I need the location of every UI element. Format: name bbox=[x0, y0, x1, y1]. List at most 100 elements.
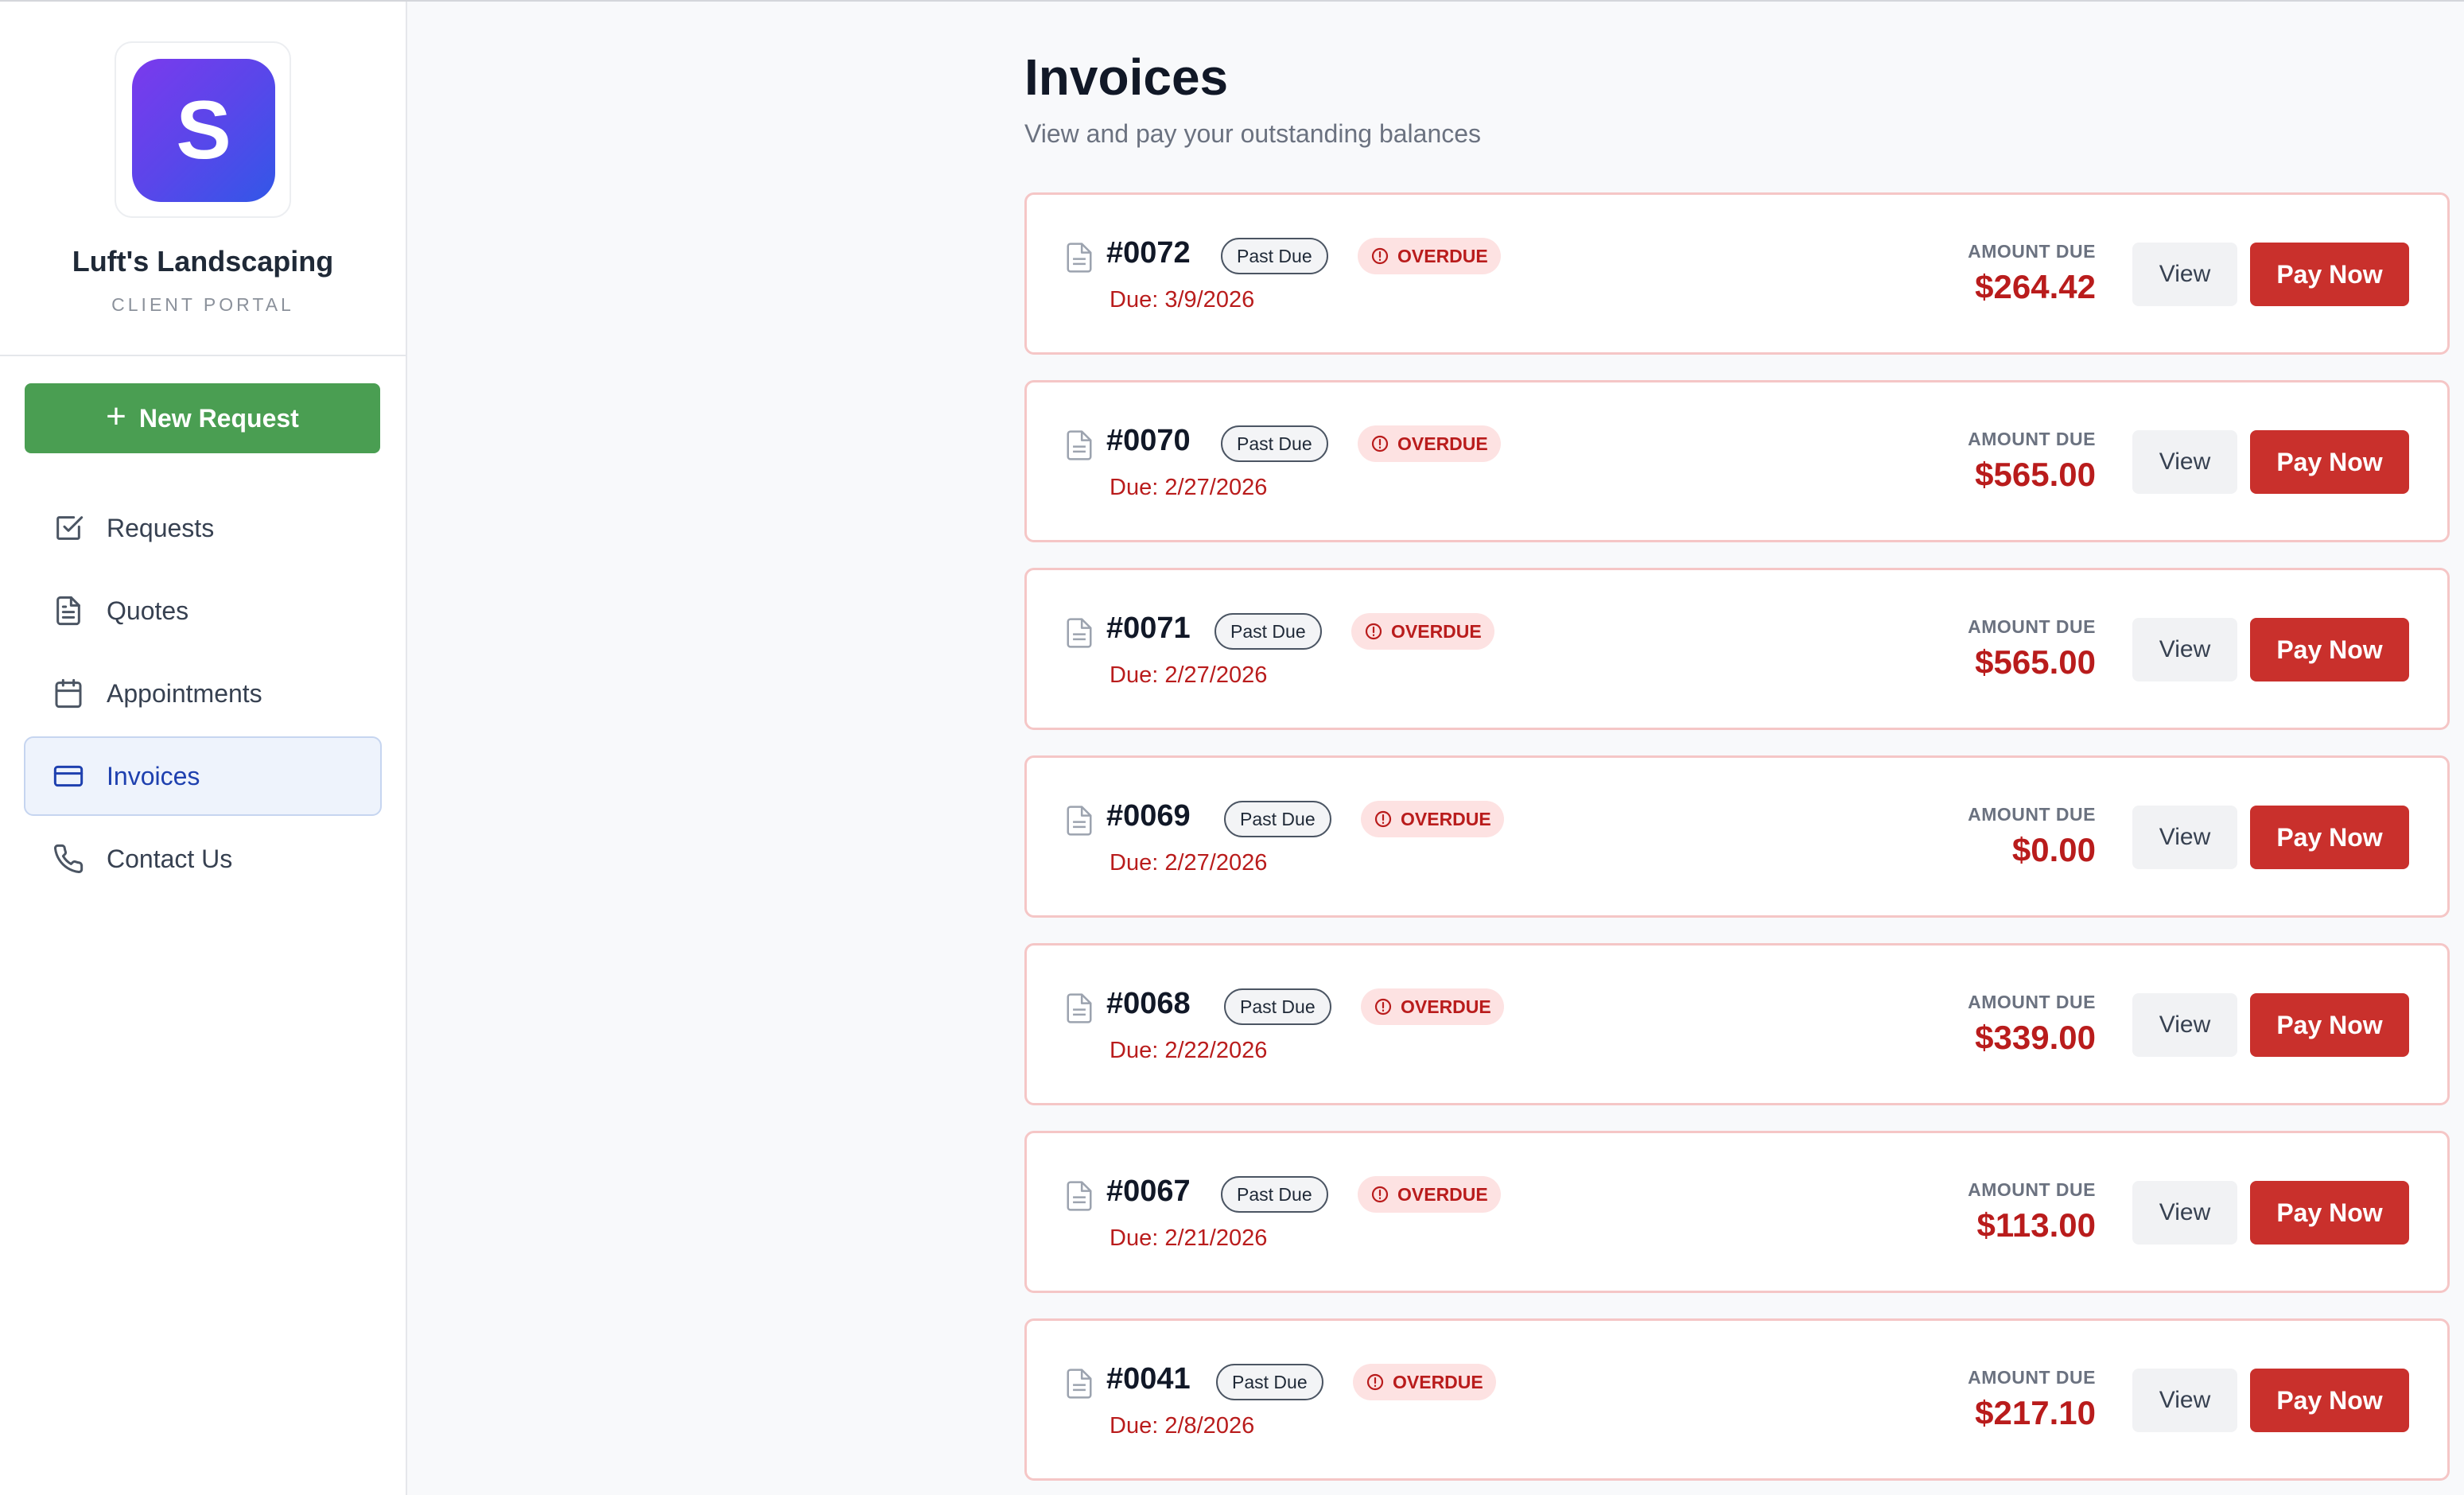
amount-due-label: AMOUNT DUE bbox=[1968, 992, 2096, 1012]
amount-due-value: $217.10 bbox=[1975, 1394, 2096, 1431]
sidebar-item-label: Contact Us bbox=[107, 844, 233, 873]
due-date: Due: 2/27/2026 bbox=[1110, 850, 1268, 876]
view-button[interactable]: View bbox=[2132, 1181, 2237, 1245]
document-icon bbox=[1067, 1181, 1092, 1211]
view-button[interactable]: View bbox=[2132, 430, 2237, 494]
amount-due-label: AMOUNT DUE bbox=[1968, 429, 2096, 449]
past-due-badge: Past Due bbox=[1224, 988, 1331, 1025]
sidebar-item-label: Requests bbox=[107, 513, 215, 542]
overdue-badge: OVERDUE bbox=[1361, 801, 1504, 837]
invoice-card: #0068 Past Due OVERDUE Due: 2/22/2026 AM… bbox=[1024, 943, 2450, 1105]
view-button[interactable]: View bbox=[2132, 1369, 2237, 1432]
sidebar-item-invoices[interactable]: Invoices bbox=[24, 736, 382, 816]
document-icon bbox=[1067, 993, 1092, 1023]
due-date: Due: 2/27/2026 bbox=[1110, 662, 1268, 688]
past-due-badge: Past Due bbox=[1221, 238, 1328, 274]
sidebar-item-requests[interactable]: Requests bbox=[24, 488, 382, 568]
amount-due-value: $565.00 bbox=[1975, 643, 2096, 681]
amount-due-label: AMOUNT DUE bbox=[1968, 1179, 2096, 1200]
overdue-label: OVERDUE bbox=[1397, 1183, 1488, 1205]
amount-due-value: $264.42 bbox=[1975, 268, 2096, 305]
invoice-number: #0068 bbox=[1106, 987, 1191, 1020]
overdue-badge: OVERDUE bbox=[1358, 425, 1501, 462]
pay-now-button[interactable]: Pay Now bbox=[2250, 618, 2409, 681]
overdue-badge: OVERDUE bbox=[1353, 1364, 1496, 1400]
invoice-card: #0070 Past Due OVERDUE Due: 2/27/2026 AM… bbox=[1024, 380, 2450, 542]
calendar-icon bbox=[55, 678, 82, 709]
document-icon bbox=[56, 596, 80, 626]
due-date: Due: 2/21/2026 bbox=[1110, 1225, 1268, 1251]
overdue-label: OVERDUE bbox=[1397, 245, 1488, 266]
invoice-number: #0069 bbox=[1106, 799, 1191, 833]
past-due-badge: Past Due bbox=[1216, 1364, 1323, 1400]
sidebar-nav: Requests Quotes Appointments Invoices Co… bbox=[24, 488, 382, 902]
amount-due-label: AMOUNT DUE bbox=[1968, 241, 2096, 262]
document-icon bbox=[1067, 243, 1092, 273]
due-date: Due: 2/27/2026 bbox=[1110, 475, 1268, 500]
document-icon bbox=[1067, 618, 1092, 648]
past-due-badge: Past Due bbox=[1215, 613, 1322, 650]
alert-circle-icon bbox=[1366, 1373, 1384, 1391]
company-logo[interactable]: S bbox=[132, 59, 275, 202]
view-button[interactable]: View bbox=[2132, 806, 2237, 869]
amount-due-value: $113.00 bbox=[1976, 1206, 2096, 1244]
invoice-number: #0041 bbox=[1106, 1362, 1191, 1396]
page-subtitle: View and pay your outstanding balances bbox=[1024, 119, 1482, 148]
amount-due-label: AMOUNT DUE bbox=[1968, 1367, 2096, 1388]
overdue-badge: OVERDUE bbox=[1358, 238, 1501, 274]
pay-now-button[interactable]: Pay Now bbox=[2250, 243, 2409, 306]
portal-subtitle: CLIENT PORTAL bbox=[111, 294, 294, 315]
view-button[interactable]: View bbox=[2132, 618, 2237, 681]
phone-icon bbox=[54, 844, 84, 873]
sidebar-item-label: Quotes bbox=[107, 596, 189, 625]
view-button[interactable]: View bbox=[2132, 993, 2237, 1057]
sidebar-item-label: Invoices bbox=[107, 761, 200, 790]
amount-due-value: $0.00 bbox=[2011, 831, 2096, 868]
alert-circle-icon bbox=[1371, 1186, 1389, 1203]
pay-now-button[interactable]: Pay Now bbox=[2250, 1369, 2409, 1432]
past-due-badge: Past Due bbox=[1224, 801, 1331, 837]
new-request-button[interactable]: + New Request bbox=[25, 383, 380, 453]
company-name: Luft's Landscaping bbox=[72, 245, 334, 278]
due-date: Due: 2/8/2026 bbox=[1110, 1413, 1255, 1439]
view-button[interactable]: View bbox=[2132, 243, 2237, 306]
checkbox-icon bbox=[56, 516, 84, 540]
invoice-card: #0041 Past Due OVERDUE Due: 2/8/2026 AMO… bbox=[1024, 1318, 2450, 1481]
pay-now-button[interactable]: Pay Now bbox=[2250, 993, 2409, 1057]
new-request-label: New Request bbox=[138, 403, 299, 433]
sidebar-item-contact-us[interactable]: Contact Us bbox=[24, 819, 382, 899]
sidebar-item-appointments[interactable]: Appointments bbox=[24, 654, 382, 733]
logo-frame: S bbox=[115, 41, 291, 218]
amount-due-label: AMOUNT DUE bbox=[1968, 804, 2096, 825]
document-icon bbox=[1067, 1369, 1092, 1399]
pay-now-button[interactable]: Pay Now bbox=[2250, 806, 2409, 869]
pay-now-button[interactable]: Pay Now bbox=[2250, 430, 2409, 494]
sidebar-item-label: Appointments bbox=[107, 678, 262, 708]
credit-card-icon bbox=[53, 765, 84, 787]
sidebar: S Luft's Landscaping CLIENT PORTAL + New… bbox=[0, 2, 407, 1495]
document-icon bbox=[1067, 430, 1092, 460]
amount-due-label: AMOUNT DUE bbox=[1968, 616, 2096, 637]
alert-circle-icon bbox=[1374, 998, 1392, 1015]
plus-icon: + bbox=[106, 397, 126, 436]
past-due-badge: Past Due bbox=[1221, 1176, 1328, 1213]
past-due-badge: Past Due bbox=[1221, 425, 1328, 462]
alert-circle-icon bbox=[1371, 435, 1389, 452]
invoice-card: #0072 Past Due OVERDUE Due: 3/9/2026 AMO… bbox=[1024, 192, 2450, 355]
overdue-label: OVERDUE bbox=[1401, 996, 1491, 1017]
overdue-label: OVERDUE bbox=[1397, 433, 1488, 454]
invoice-card: #0069 Past Due OVERDUE Due: 2/27/2026 AM… bbox=[1024, 755, 2450, 918]
overdue-badge: OVERDUE bbox=[1351, 613, 1494, 650]
sidebar-item-quotes[interactable]: Quotes bbox=[24, 571, 382, 650]
alert-circle-icon bbox=[1374, 810, 1392, 828]
overdue-label: OVERDUE bbox=[1401, 808, 1491, 829]
invoice-number: #0071 bbox=[1106, 612, 1191, 645]
overdue-label: OVERDUE bbox=[1391, 620, 1482, 642]
amount-due-value: $339.00 bbox=[1975, 1019, 2096, 1056]
invoice-card: #0067 Past Due OVERDUE Due: 2/21/2026 AM… bbox=[1024, 1131, 2450, 1293]
invoice-number: #0072 bbox=[1106, 236, 1191, 270]
amount-due-value: $565.00 bbox=[1975, 456, 2096, 493]
pay-now-button[interactable]: Pay Now bbox=[2250, 1181, 2409, 1245]
document-icon bbox=[1067, 806, 1092, 836]
alert-circle-icon bbox=[1365, 623, 1382, 640]
